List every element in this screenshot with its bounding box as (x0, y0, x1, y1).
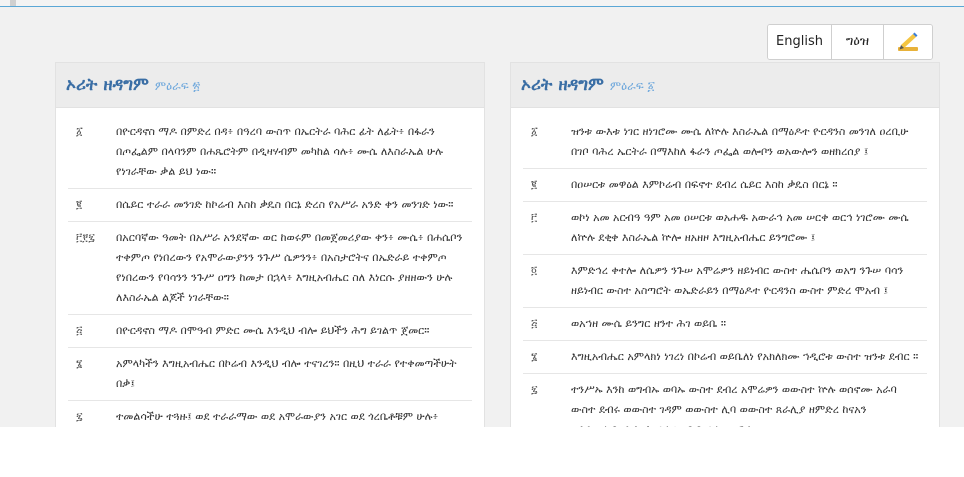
geez-panel: ኦሪት ዘዳግም ምዕራፍ ፩ ፩ ዝንቱ ውእቱ ነገር ዘነገሮሙ ሙሴ ለ… (510, 62, 940, 427)
verse-number: ፪ (76, 198, 83, 211)
verse-number: ፯ (76, 410, 83, 423)
verse-text: ተንሥኡ እንከ ወግብኡ ወባኡ ውስተ ደብረ አሞሬዎን ወውስተ ኵሉ … (571, 383, 897, 427)
language-switcher: English ግዕዝ (767, 24, 933, 60)
verse-row: ፩ በዮርዳኖስ ማዶ በምድረ በዳ፥ በዓረባ ውስጥ በኤርትራ ባሕር … (68, 116, 472, 189)
panel-header: ኦሪት ዘዳግም ምዕራፍ ፩ (511, 63, 939, 108)
verse-row: ፫ ወኮነ አመ አርብዓ ዓም አመ ዐሠርቱ ወአሐዱ አውራኅ አመ ሠር… (523, 202, 927, 255)
verse-row: ፫፻፯ በአርባኛው ዓመት በአሥራ አንደኛው ወር ከወሩም በመጀመሪያ… (68, 222, 472, 315)
verse-row: ፭ በዮርዳኖስ ማዶ በሞዓብ ምድር ሙሴ እንዲህ ብሎ ይህችን ሕግ … (68, 315, 472, 348)
verse-number: ፯ (531, 383, 538, 396)
verse-row: ፯ ተመልሳችሁ ተጓዙ፤ ወደ ተራራማው ወደ አሞራውያን አገር ወደ … (68, 401, 472, 427)
verse-number: ፩ (76, 125, 83, 138)
verse-number: ፫ (531, 211, 538, 224)
verse-row: ፪ በዐሠርቱ መዋዕል እምኮሬብ በፍኖተ ደብረ ሴይር እስከ ቃዴስ … (523, 169, 927, 202)
book-title: ኦሪት ዘዳግም (66, 75, 149, 95)
verse-text: በዐሠርቱ መዋዕል እምኮሬብ በፍኖተ ደብረ ሴይር እስከ ቃዴስ በር… (571, 178, 838, 191)
verse-number: ፭ (76, 324, 83, 337)
verse-number: ፭ (531, 317, 538, 330)
verse-text: እግዚአብሔር አምላክነ ነገረነ በኮሬብ ወይቤለነ የአክለክሙ ኀዲሮ… (571, 350, 919, 363)
verse-text: በዮርዳኖስ ማዶ በሞዓብ ምድር ሙሴ እንዲህ ብሎ ይህችን ሕግ ይገ… (116, 324, 430, 337)
reader-content: English ግዕዝ ኦሪት ዘዳግም ምዕራፍ ፳ ፩ በዮርዳኖስ ማዶ … (0, 7, 964, 427)
verse-number: ፩ (531, 125, 538, 138)
verse-row: ፬ እምድኅረ ቀተሎ ለሴዎን ንጉሠ አሞሬዎን ዘይነብር ውስተ ሔሴቦ… (523, 255, 927, 308)
pen-writing-icon (898, 32, 918, 51)
verse-row: ፮ አምላካችን እግዚአብሔር በኮሬብ እንዲህ ብሎ ተናገረን። በዚህ… (68, 348, 472, 401)
verse-row: ፭ ወአኀዘ ሙሴ ይንግር ዘንተ ሕገ ወይቤ ። (523, 308, 927, 341)
verse-row: ፮ እግዚአብሔር አምላክነ ነገረነ በኮሬብ ወይቤለነ የአክለክሙ ኀ… (523, 341, 927, 374)
chapter-label: ምዕራፍ ፳ (154, 78, 201, 93)
book-title: ኦሪት ዘዳግም (521, 75, 604, 95)
geez-button[interactable]: ግዕዝ (832, 25, 884, 59)
verse-number: ፪ (531, 178, 538, 191)
verse-number: ፬ (531, 264, 538, 277)
panel-header: ኦሪት ዘዳግም ምዕራፍ ፳ (56, 63, 484, 108)
verse-number: ፫፻፯ (76, 231, 95, 244)
amharic-panel: ኦሪት ዘዳግም ምዕራፍ ፳ ፩ በዮርዳኖስ ማዶ በምድረ በዳ፥ በዓረ… (55, 62, 485, 427)
verse-list: ፩ በዮርዳኖስ ማዶ በምድረ በዳ፥ በዓረባ ውስጥ በኤርትራ ባሕር … (56, 108, 484, 427)
verse-row: ፪ በሴይር ተራራ መንገድ ከኮሬብ እስከ ቃዴስ በርኔ ድረስ የአሥ… (68, 189, 472, 222)
verse-text: ወኮነ አመ አርብዓ ዓም አመ ዐሠርቱ ወአሐዱ አውራኅ አመ ሠርቀ … (571, 211, 909, 244)
verse-row: ፩ ዝንቱ ውእቱ ነገር ዘነገሮሙ ሙሴ ለኵሉ እስራኤል በማዕዶተ ዮ… (523, 116, 927, 169)
verse-row: ፯ ተንሥኡ እንከ ወግብኡ ወባኡ ውስተ ደብረ አሞሬዎን ወውስተ ኵ… (523, 374, 927, 427)
english-button[interactable]: English (768, 25, 832, 59)
verse-text: ዝንቱ ውእቱ ነገር ዘነገሮሙ ሙሴ ለኵሉ እስራኤል በማዕዶተ ዮርዳ… (571, 125, 909, 158)
verse-number: ፮ (76, 357, 83, 370)
verse-text: ተመልሳችሁ ተጓዙ፤ ወደ ተራራማው ወደ አሞራውያን አገር ወደ ጎረ… (116, 410, 439, 423)
top-bar-tab (10, 0, 16, 6)
verse-text: ወአኀዘ ሙሴ ይንግር ዘንተ ሕገ ወይቤ ። (571, 317, 726, 330)
verse-text: እምድኅረ ቀተሎ ለሴዎን ንጉሠ አሞሬዎን ዘይነብር ውስተ ሔሴቦን … (571, 264, 904, 297)
chapter-label: ምዕራፍ ፩ (609, 78, 655, 93)
pen-button[interactable] (884, 25, 932, 59)
verse-number: ፮ (531, 350, 538, 363)
verse-list: ፩ ዝንቱ ውእቱ ነገር ዘነገሮሙ ሙሴ ለኵሉ እስራኤል በማዕዶተ ዮ… (511, 108, 939, 427)
verse-text: በአርባኛው ዓመት በአሥራ አንደኛው ወር ከወሩም በመጀመሪያው ቀን… (116, 231, 463, 304)
verse-text: አምላካችን እግዚአብሔር በኮሬብ እንዲህ ብሎ ተናገረን። በዚህ ተ… (116, 357, 457, 390)
top-bar (0, 0, 964, 7)
verse-text: በዮርዳኖስ ማዶ በምድረ በዳ፥ በዓረባ ውስጥ በኤርትራ ባሕር ፊት… (116, 125, 443, 178)
verse-text: በሴይር ተራራ መንገድ ከኮሬብ እስከ ቃዴስ በርኔ ድረስ የአሥራ … (116, 198, 454, 211)
